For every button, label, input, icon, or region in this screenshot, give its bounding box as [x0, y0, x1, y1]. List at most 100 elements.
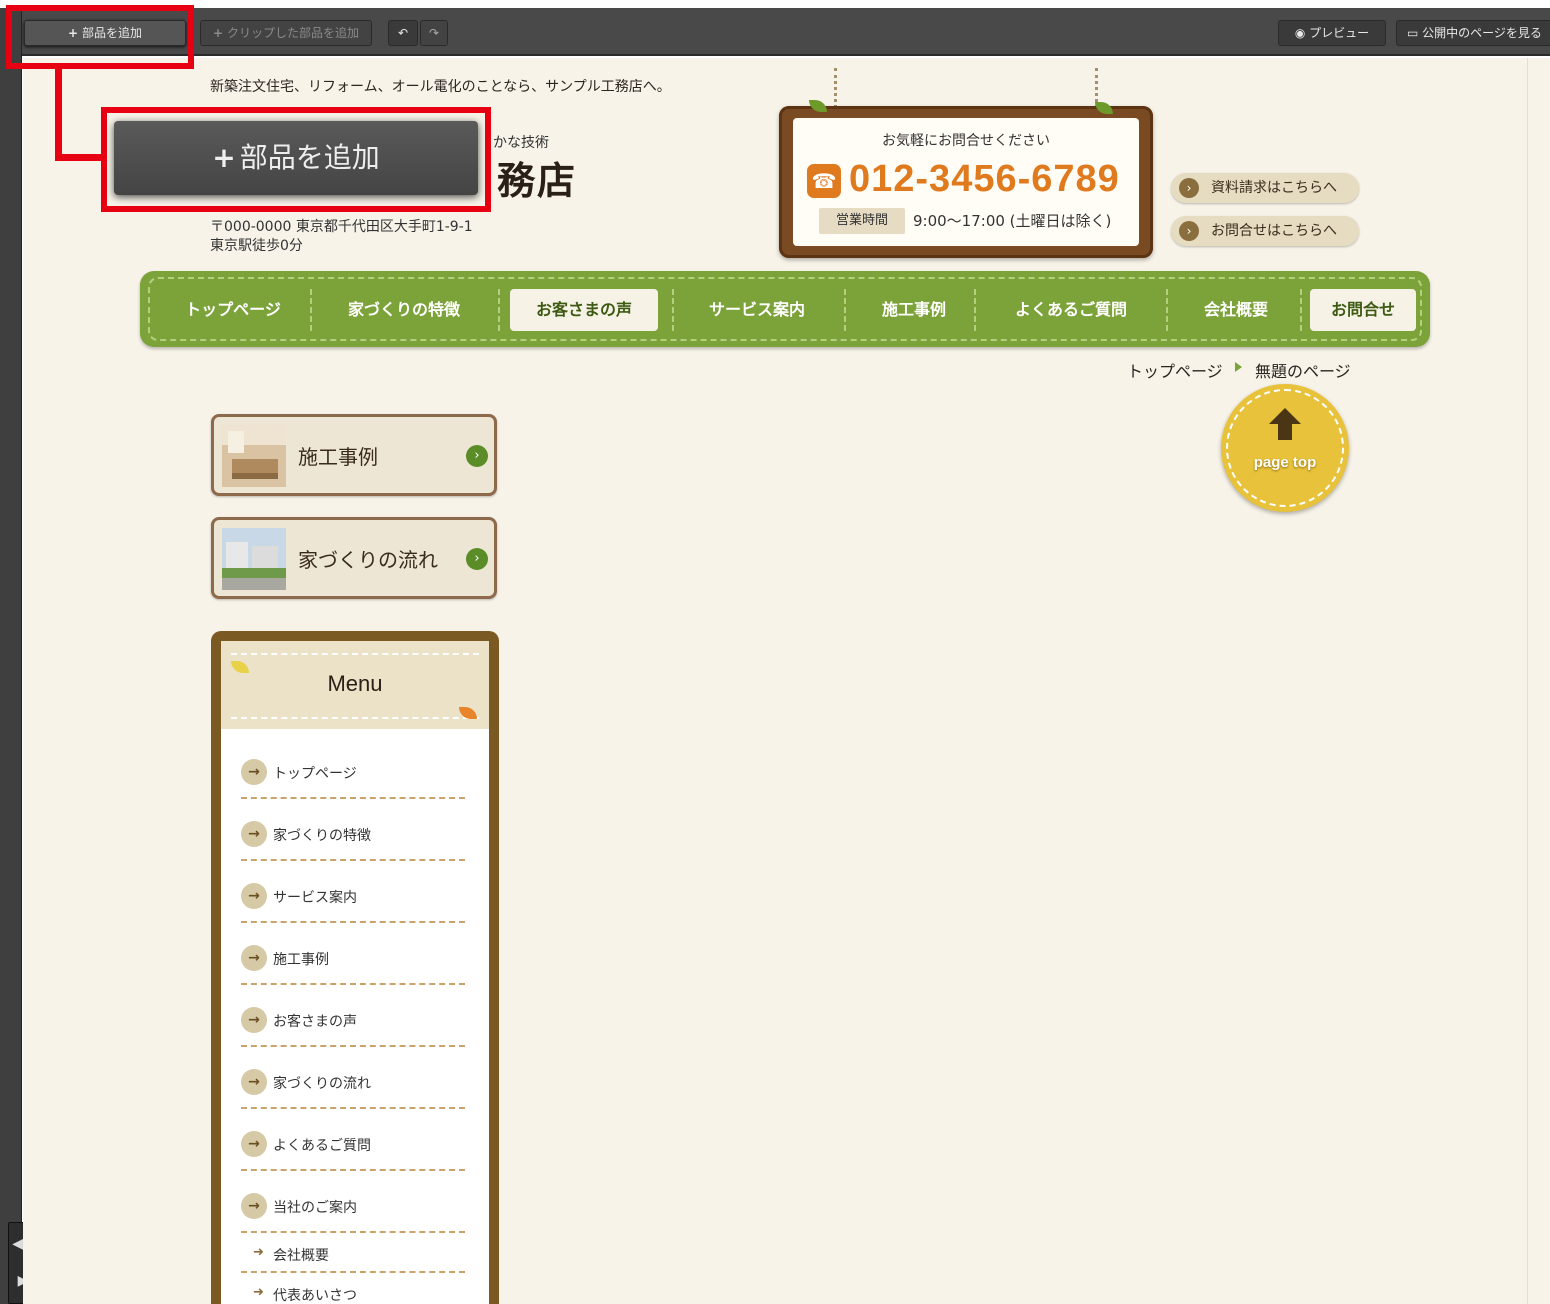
business-hours: 9:00〜17:00 (土曜日は除く) [913, 212, 1112, 230]
redo-button[interactable]: ↷ [420, 20, 448, 46]
view-public-label: 公開中のページを見る [1422, 26, 1542, 40]
side-menu-sublabel: 会社概要 [273, 1248, 329, 1264]
left-rail [0, 8, 22, 1304]
nav-divider [498, 289, 500, 331]
interior-photo [222, 425, 286, 487]
banner-works-label: 施工事例 [298, 445, 378, 469]
site-logo[interactable]: 務店 [497, 150, 577, 205]
side-menu-item[interactable]: → サービス案内 [241, 861, 465, 923]
sign-rope [834, 68, 838, 108]
street-photo [222, 528, 286, 590]
banner-works[interactable]: 施工事例 › [211, 414, 497, 496]
side-menu-item[interactable]: → よくあるご質問 [241, 1109, 465, 1171]
stitch-line [231, 653, 479, 655]
side-menu-header: Menu [221, 641, 489, 729]
stitch-line [231, 717, 479, 719]
undo-icon: ↶ [397, 26, 409, 40]
arrow-right-icon: → [241, 945, 267, 971]
side-menu-subitem[interactable]: ➜ 会社概要 [241, 1233, 465, 1273]
global-nav: トップページ 家づくりの特徴 お客さまの声 サービス案内 施工事例 よくあるご質… [140, 271, 1430, 347]
side-menu-label: お客さまの声 [273, 1014, 357, 1030]
preview-label: プレビュー [1309, 26, 1370, 40]
side-menu-label: 家づくりの流れ [273, 1076, 371, 1092]
chevron-right-icon: › [1179, 178, 1199, 198]
add-part-button-zoomed: + 部品を追加 [114, 121, 478, 195]
side-menu-label: 家づくりの特徴 [273, 828, 371, 844]
site-canvas: 新築注文住宅、リフォーム、オール電化のことなら、サンプル工務店へ。 かな技術 務… [23, 58, 1527, 1304]
request-docs-label: 資料請求はこちらへ [1211, 180, 1337, 196]
nav-divider [1166, 289, 1168, 331]
banner-flow[interactable]: 家づくりの流れ › [211, 517, 497, 599]
nav-divider [672, 289, 674, 331]
side-menu-subitem[interactable]: ➜ 代表あいさつ [241, 1273, 465, 1304]
side-menu-label: 施工事例 [273, 952, 329, 968]
breadcrumb-home[interactable]: トップページ [1127, 358, 1223, 382]
nav-item-faq[interactable]: よくあるご質問 [982, 289, 1160, 331]
nav-item-company[interactable]: 会社概要 [1174, 289, 1298, 331]
nav-divider [844, 289, 846, 331]
side-menu-item[interactable]: → 施工事例 [241, 923, 465, 985]
side-menu-item[interactable]: → 家づくりの流れ [241, 1047, 465, 1109]
page-top-button[interactable]: page top [1221, 384, 1349, 512]
phone-icon: ☎ [807, 164, 841, 198]
nav-divider [974, 289, 976, 331]
request-docs-button[interactable]: › 資料請求はこちらへ [1171, 173, 1359, 203]
arrow-right-icon: → [241, 759, 267, 785]
arrow-right-icon: → [241, 821, 267, 847]
side-menu-title: Menu [327, 671, 383, 696]
redo-icon: ↷ [428, 26, 440, 40]
chevron-right-icon: › [466, 548, 488, 570]
right-gutter [1527, 58, 1550, 1304]
top-strip [0, 0, 1550, 8]
nav-item-voices[interactable]: お客さまの声 [510, 289, 658, 331]
leaf-icon [809, 100, 827, 112]
callout-line [55, 154, 107, 161]
access-line: 東京駅徒歩0分 [210, 238, 303, 254]
banner-flow-label: 家づくりの流れ [298, 548, 438, 572]
contact-heading: お気軽にお問合せください [882, 133, 1050, 149]
undo-button[interactable]: ↶ [388, 20, 418, 46]
side-menu: Menu → トップページ → 家づくりの特徴 → サービス案内 → 施工事例 → お客さ… [211, 631, 499, 1304]
side-menu-item[interactable]: → お客さまの声 [241, 985, 465, 1047]
inquiry-label: お問合せはこちらへ [1211, 223, 1337, 239]
side-menu-item[interactable]: → 当社のご案内 [241, 1171, 465, 1233]
site-tagline: 新築注文住宅、リフォーム、オール電化のことなら、サンプル工務店へ。 [210, 79, 671, 95]
plus-icon: + [212, 26, 224, 40]
add-clipped-part-button[interactable]: + クリップした部品を追加 [200, 20, 372, 46]
side-menu-label: トップページ [273, 766, 357, 782]
arrow-right-icon: → [241, 1193, 267, 1219]
side-menu-label: サービス案内 [273, 890, 357, 906]
inquiry-button[interactable]: › お問合せはこちらへ [1171, 216, 1359, 246]
small-arrow-icon: ➜ [253, 1285, 264, 1300]
side-menu-label: よくあるご質問 [273, 1138, 371, 1154]
highlight-box [6, 5, 194, 69]
nav-item-top[interactable]: トップページ [158, 289, 308, 331]
side-menu-item[interactable]: → トップページ [241, 737, 465, 799]
nav-item-works[interactable]: 施工事例 [852, 289, 976, 331]
hours-label: 営業時間 [819, 208, 905, 234]
preview-button[interactable]: ◉ プレビュー [1278, 20, 1386, 46]
logo-subtitle: かな技術 [493, 135, 549, 151]
breadcrumb-arrow-icon [1235, 362, 1242, 372]
arrow-right-icon: → [241, 1069, 267, 1095]
breadcrumb-current: 無題のページ [1255, 362, 1351, 381]
contact-sign-panel: お気軽にお問合せください ☎ 012-3456-6789 営業時間 9:00〜1… [793, 118, 1139, 246]
small-arrow-icon: ➜ [253, 1245, 264, 1260]
callout-line [55, 69, 62, 161]
chevron-right-icon: › [1179, 221, 1199, 241]
phone-number[interactable]: 012-3456-6789 [849, 158, 1120, 201]
zoom-label: 部品を追加 [239, 141, 380, 174]
eye-icon: ◉ [1294, 26, 1310, 40]
monitor-icon: ▭ [1407, 26, 1423, 40]
side-menu-panel: Menu → トップページ → 家づくりの特徴 → サービス案内 → 施工事例 → お客さ… [221, 641, 489, 1304]
arrow-right-icon: → [241, 883, 267, 909]
nav-item-services[interactable]: サービス案内 [680, 289, 834, 331]
nav-item-features[interactable]: 家づくりの特徴 [318, 289, 490, 331]
side-menu-item[interactable]: → 家づくりの特徴 [241, 799, 465, 861]
nav-item-contact[interactable]: お問合せ [1310, 289, 1416, 331]
chevron-right-icon: › [466, 445, 488, 467]
page-top-label: page top [1253, 454, 1317, 471]
arrow-right-icon: → [241, 1007, 267, 1033]
side-menu-label: 当社のご案内 [273, 1200, 357, 1216]
view-public-page-button[interactable]: ▭ 公開中のページを見る [1396, 20, 1550, 46]
